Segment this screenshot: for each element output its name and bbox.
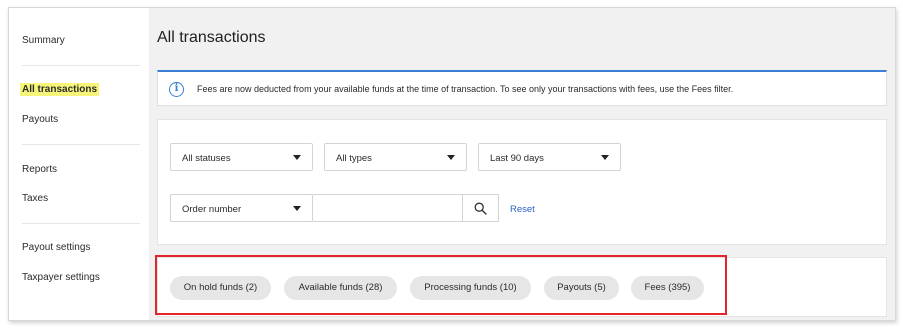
sidebar-item-reports[interactable]: Reports <box>22 164 57 175</box>
sidebar-divider <box>22 144 140 145</box>
chevron-down-icon <box>601 155 609 160</box>
type-select[interactable]: All types <box>324 143 467 171</box>
chevron-down-icon <box>293 155 301 160</box>
sidebar-divider <box>22 223 140 224</box>
sidebar-item-payout-settings[interactable]: Payout settings <box>22 242 90 253</box>
sidebar-item-summary[interactable]: Summary <box>22 35 65 46</box>
info-icon: i <box>169 82 184 97</box>
chevron-down-icon <box>447 155 455 160</box>
sidebar-item-taxpayer-settings[interactable]: Taxpayer settings <box>22 272 100 283</box>
search-input[interactable] <box>313 194 463 222</box>
reset-link[interactable]: Reset <box>510 204 535 215</box>
search-button[interactable] <box>463 194 499 222</box>
sidebar-item-all-transactions[interactable]: All transactions <box>20 83 100 96</box>
info-banner: i Fees are now deducted from your availa… <box>157 70 887 106</box>
chevron-down-icon <box>293 206 301 211</box>
sidebar-item-taxes[interactable]: Taxes <box>22 193 48 204</box>
page-title: All transactions <box>157 29 266 46</box>
search-field-select[interactable]: Order number <box>170 194 313 222</box>
sidebar-divider <box>22 65 140 66</box>
type-select-value: All types <box>336 153 372 164</box>
search-field-select-value: Order number <box>182 204 242 215</box>
status-select[interactable]: All statuses <box>170 143 313 171</box>
banner-text: Fees are now deducted from your availabl… <box>197 84 734 94</box>
sidebar-item-payouts[interactable]: Payouts <box>22 114 58 125</box>
sidebar: Summary All transactions Payouts Reports… <box>9 8 149 320</box>
period-select-value: Last 90 days <box>490 153 544 164</box>
filter-panel: All statuses All types Last 90 days Orde… <box>157 119 887 245</box>
search-icon <box>474 202 487 215</box>
annotation-highlight-box <box>155 255 727 315</box>
status-select-value: All statuses <box>182 153 231 164</box>
period-select[interactable]: Last 90 days <box>478 143 621 171</box>
